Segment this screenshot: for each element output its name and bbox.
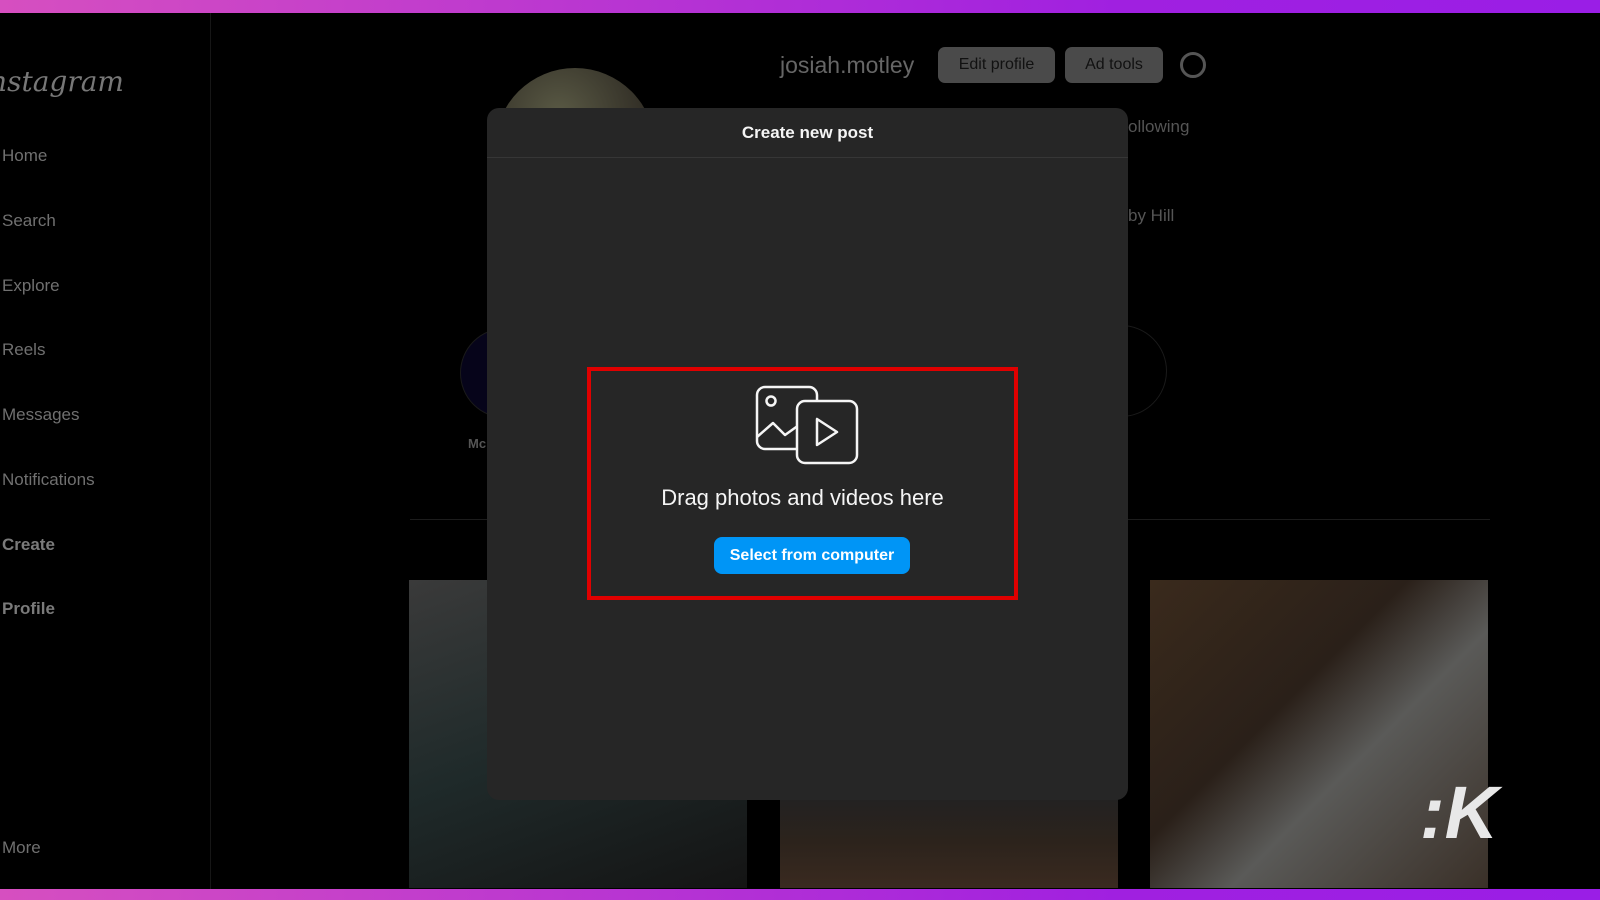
modal-title: Create new post (487, 108, 1128, 158)
drop-zone-highlight[interactable]: Drag photos and videos here Select from … (587, 367, 1018, 600)
sidebar-item-explore[interactable]: Explore (2, 276, 60, 296)
instagram-logo[interactable]: Instagram (0, 65, 124, 98)
sidebar-item-notifications[interactable]: Notifications (2, 470, 95, 490)
following-count[interactable]: ollowing (1128, 117, 1189, 137)
ad-tools-button[interactable]: Ad tools (1065, 47, 1163, 83)
sidebar-item-more[interactable]: More (2, 838, 41, 858)
sidebar-item-home[interactable]: Home (2, 146, 47, 166)
sidebar: Instagram (0, 13, 211, 889)
photos-videos-icon (755, 385, 859, 465)
edit-profile-button[interactable]: Edit profile (938, 47, 1055, 83)
sidebar-item-create[interactable]: Create (2, 535, 55, 555)
sidebar-item-profile[interactable]: Profile (2, 599, 55, 619)
sidebar-item-search[interactable]: Search (2, 211, 56, 231)
watermark-logo: :K (1420, 771, 1499, 854)
profile-bio: by Hill (1128, 206, 1175, 225)
sidebar-item-messages[interactable]: Messages (2, 405, 79, 425)
select-from-computer-button[interactable]: Select from computer (714, 537, 910, 574)
create-post-modal: Create new post Drag photos and videos h… (487, 108, 1128, 800)
profile-username: josiah.motley (780, 52, 915, 78)
bottom-gradient-bar (0, 889, 1600, 900)
sidebar-item-reels[interactable]: Reels (2, 340, 45, 360)
top-gradient-bar (0, 0, 1600, 13)
gear-icon[interactable] (1180, 52, 1206, 78)
drag-instructions: Drag photos and videos here (661, 485, 944, 510)
highlight-label: Mc (468, 436, 487, 451)
